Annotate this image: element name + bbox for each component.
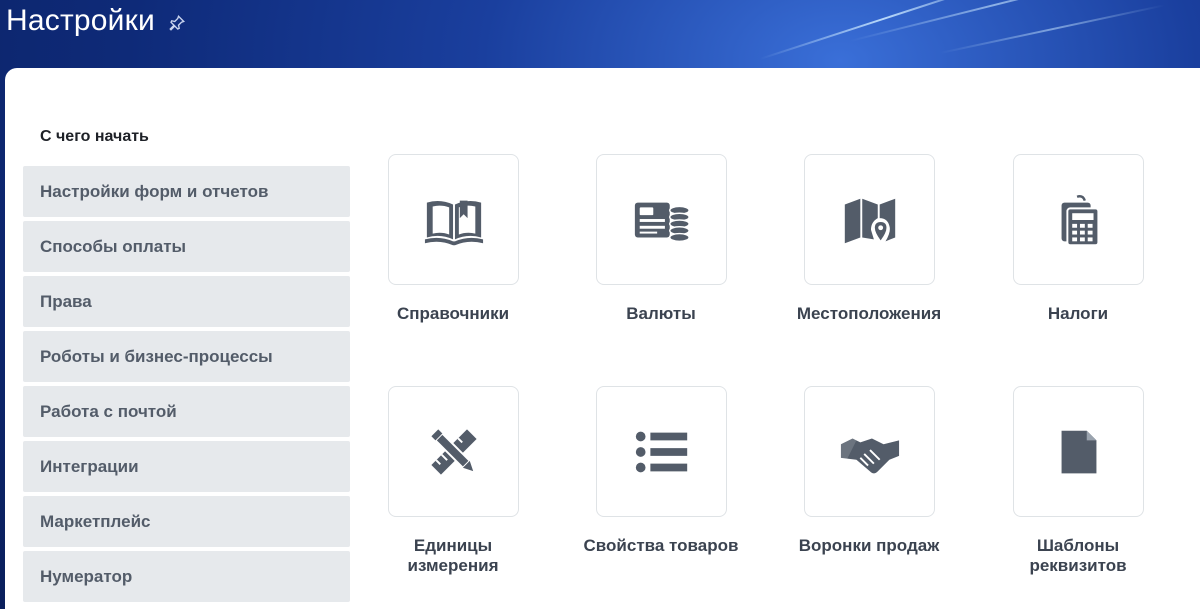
menu-item-mail[interactable]: Работа с почтой <box>23 386 350 437</box>
tile-label: Налоги <box>1047 304 1109 323</box>
settings-panel: С чего начать Настройки форм и отчетов С… <box>5 68 1200 609</box>
tile-currencies-button[interactable] <box>596 154 727 285</box>
menu-item-numerator[interactable]: Нумератор <box>23 551 350 602</box>
currency-icon <box>634 202 690 242</box>
tile-requisite-templates-button[interactable] <box>1013 386 1144 517</box>
tile-sales-funnels-button[interactable] <box>804 386 935 517</box>
tile-label: Валюты <box>626 304 696 323</box>
menu-item-label: Настройки форм и отчетов <box>40 181 269 201</box>
list-icon <box>635 431 687 472</box>
tile-label: Местоположения <box>796 304 942 323</box>
handshake-icon <box>840 437 899 473</box>
menu-item-payment-methods[interactable]: Способы оплаты <box>23 221 350 272</box>
tile-label: Свойства товаров <box>583 536 739 555</box>
calculator-icon <box>1061 194 1099 246</box>
map-pin-icon <box>844 198 895 243</box>
tile-taxes-button[interactable] <box>1013 154 1144 285</box>
menu-item-label: Маркетплейс <box>40 511 151 531</box>
tile-units-button[interactable] <box>388 386 519 517</box>
tile-label: Единицы измерения <box>407 536 499 575</box>
ruler-pencil-icon <box>430 428 477 475</box>
menu-item-label: Права <box>40 291 92 311</box>
header-bar: Настройки <box>0 0 1200 68</box>
tile-directories-button[interactable] <box>388 154 519 285</box>
menu-item-label: Нумератор <box>40 566 133 586</box>
pin-icon[interactable] <box>168 14 186 32</box>
tile-product-properties-button[interactable] <box>596 386 727 517</box>
tile-locations-button[interactable] <box>804 154 935 285</box>
menu-item-robots-bp[interactable]: Роботы и бизнес-процессы <box>23 331 350 382</box>
page-title: Настройки <box>6 4 155 37</box>
menu-item-forms-reports[interactable]: Настройки форм и отчетов <box>23 166 350 217</box>
book-icon <box>424 200 483 245</box>
document-icon <box>1061 430 1096 473</box>
menu-item-marketplace[interactable]: Маркетплейс <box>23 496 350 547</box>
menu-item-label: Работа с почтой <box>40 401 177 421</box>
menu-item-label: Роботы и бизнес-процессы <box>40 346 273 366</box>
header-background <box>0 0 1200 70</box>
settings-menu: Настройки форм и отчетов Способы оплаты … <box>23 166 350 606</box>
menu-item-integrations[interactable]: Интеграции <box>23 441 350 492</box>
menu-heading-start[interactable]: С чего начать <box>40 128 149 146</box>
menu-item-permissions[interactable]: Права <box>23 276 350 327</box>
tile-label: Воронки продаж <box>798 536 940 555</box>
menu-item-label: Интеграции <box>40 456 139 476</box>
menu-item-label: Способы оплаты <box>40 236 187 256</box>
tile-label: Справочники <box>396 304 510 323</box>
tile-label: Шаблоны реквизитов <box>1029 536 1127 575</box>
